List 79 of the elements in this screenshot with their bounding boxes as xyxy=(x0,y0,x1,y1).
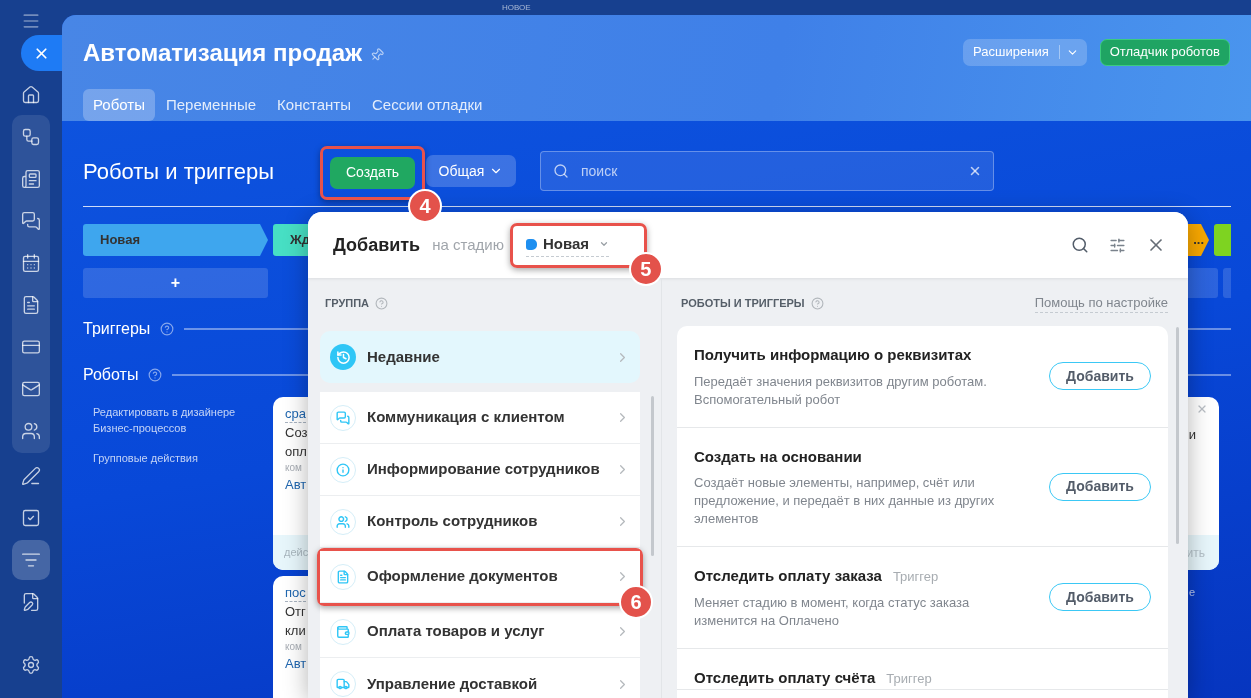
tab[interactable]: Роботы xyxy=(83,89,155,121)
robot-link[interactable]: пос xyxy=(285,585,306,602)
trigger-tag: Триггер xyxy=(886,668,932,688)
history-icon xyxy=(330,344,356,370)
section-heading: Роботы и триггеры xyxy=(83,157,276,186)
scrollbar[interactable] xyxy=(1176,327,1179,544)
scrollbar[interactable] xyxy=(651,396,654,556)
pencil-icon xyxy=(21,466,41,486)
filter-dropdown[interactable]: Общая xyxy=(426,155,516,187)
calendar-icon xyxy=(21,253,41,273)
caret-icon xyxy=(599,239,610,249)
close-button[interactable] xyxy=(21,35,62,71)
info-icon xyxy=(330,456,356,483)
robot-title: Получить информацию о реквизитах xyxy=(694,345,972,365)
robot-meta: ком xyxy=(285,461,302,474)
group-item[interactable]: Недавние xyxy=(320,331,640,383)
robot-status: Авт xyxy=(285,655,307,673)
people-icon xyxy=(330,508,356,535)
robot-description: Создаёт новые элементы, например, счёт или предложение, и передаёт в них данные из других элементов xyxy=(694,474,996,528)
robot-action-link[interactable]: Редактировать в дизайнере Бизнес-процессов xyxy=(93,404,253,436)
section-title: Триггеры xyxy=(83,319,151,339)
robot-meta: ком xyxy=(285,640,302,653)
section-title: Роботы xyxy=(83,365,139,385)
robot-link[interactable]: сра xyxy=(285,406,306,423)
robot-title: Отследить оплату счёта xyxy=(694,667,876,688)
stage-selector[interactable]: Новая xyxy=(525,232,610,258)
mail-icon xyxy=(21,379,41,399)
document-icon xyxy=(21,295,41,315)
robot-description: Меняет стадию в момент, когда статус заказа изменится на Оплачено xyxy=(694,593,971,630)
top-label: НОВОЕ xyxy=(502,1,531,14)
robot-text: кли xyxy=(285,622,306,640)
home-icon xyxy=(21,85,41,105)
stage-tab[interactable]: Новая xyxy=(83,224,268,256)
robot-text: Соз xyxy=(285,424,308,442)
robot-action-link[interactable]: Групповые действия xyxy=(93,450,253,466)
menu-icon[interactable] xyxy=(21,11,41,31)
add-stage-robot-button[interactable]: + xyxy=(83,268,268,298)
search-icon xyxy=(553,163,569,179)
popup-title: Добавить xyxy=(333,233,421,257)
add-cell xyxy=(1223,268,1231,298)
step-badge: 4 xyxy=(408,188,442,223)
tab[interactable]: Переменные xyxy=(155,89,267,121)
document-icon xyxy=(330,563,356,590)
trigger-tag: Триггер xyxy=(892,567,939,587)
step-badge: 5 xyxy=(628,251,663,286)
robot-title: Отследить оплату заказа xyxy=(694,566,882,586)
people-icon xyxy=(21,421,41,441)
robot-action-link[interactable]: е xyxy=(1188,584,1219,601)
robot-text: опл xyxy=(285,443,307,461)
robot-text: и xyxy=(1188,426,1196,444)
robot-description: Передаёт значения реквизитов другим роботам. Вспомогательный робот xyxy=(694,372,988,409)
tab[interactable]: Константы xyxy=(267,89,361,121)
help-link[interactable]: Помощь по настройке xyxy=(1034,292,1168,314)
page-title: Автоматизация продаж xyxy=(83,38,363,68)
newspaper-icon xyxy=(21,169,41,189)
search-icon[interactable] xyxy=(1071,236,1089,254)
nodes-icon xyxy=(21,127,41,147)
wallet-icon xyxy=(330,618,356,645)
document-edit-icon xyxy=(21,592,41,612)
stage-prefix: на стадию xyxy=(432,234,504,255)
robots-heading: РОБОТЫ И ТРИГГЕРЫ xyxy=(681,295,805,311)
settings-icon xyxy=(21,655,41,675)
chat-icon xyxy=(330,404,356,431)
create-button[interactable]: Создать xyxy=(330,156,415,189)
step-badge: 6 xyxy=(619,585,653,619)
robot-status: Авт xyxy=(285,476,307,494)
robot-text: Отг xyxy=(285,603,306,621)
chat-icon xyxy=(21,211,41,231)
robot-debugger-button[interactable]: Отладчик роботов xyxy=(1099,38,1230,66)
clear-icon[interactable] xyxy=(968,164,982,178)
truck-icon xyxy=(330,671,356,697)
extensions-button[interactable]: Расширения xyxy=(963,38,1087,66)
group-item[interactable]: Коммуникация с клиентом xyxy=(320,392,640,444)
group-heading: ГРУППА xyxy=(325,295,370,311)
sidebar-item[interactable] xyxy=(12,540,50,580)
checkbox-icon xyxy=(21,508,41,528)
tab[interactable]: Сессии отладки xyxy=(361,89,493,121)
settings-icon[interactable] xyxy=(1109,236,1126,254)
robot-title: Создать на основании xyxy=(694,446,862,467)
